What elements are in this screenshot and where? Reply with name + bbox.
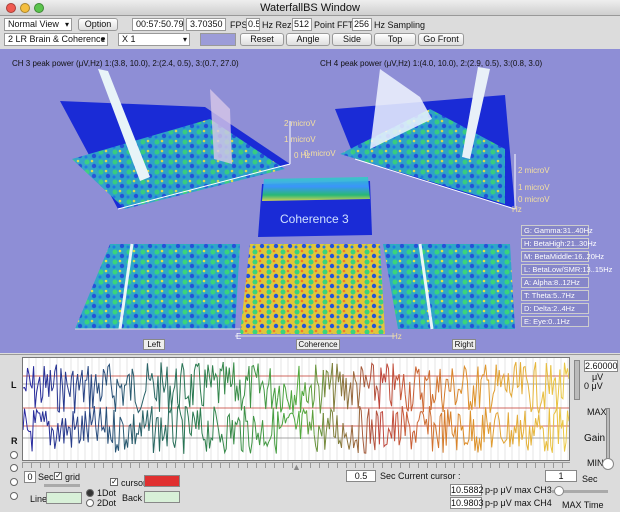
hz-rez-label: Hz Rez [262,20,292,30]
max-time-knob[interactable] [554,486,564,496]
side-button[interactable]: Side [332,33,372,46]
bottom-axis-hz: Hz [392,332,402,341]
time-field[interactable]: 00:57:50.796 [132,18,184,31]
max-ch4-field: 10.9803 [450,497,484,509]
grid-checkbox[interactable]: ✓ [54,471,62,482]
toolbar-row-1: Normal View Option 00:57:50.796 3.70350 … [0,18,620,32]
band-delta: D: Delta:2..4Hz [521,303,589,314]
waterfall-3d-view[interactable]: CH 3 peak power (μV,Hz) 1:(3.8, 10.0), 2… [0,49,620,353]
hz-sampling-field[interactable]: 256 [352,18,372,31]
back-color-swatch[interactable] [144,491,180,503]
title-bar: WaterfallBS Window [0,0,620,16]
zoom-select[interactable]: X 1 [118,33,190,46]
reset-button[interactable]: Reset [240,33,284,46]
hz-sampling-label: Hz Sampling [374,20,426,30]
grid-slider[interactable] [44,484,80,487]
left-axis-2: 2 microV [284,119,316,128]
band-betahigh: H: BetaHigh:21..30Hz [521,238,597,249]
sec-field[interactable]: 0 [24,471,36,483]
left-axis-0: 0 microV [304,149,336,158]
dot1-label: 1Dot [97,488,117,498]
go-front-button[interactable]: Go Front [418,33,464,46]
zoom-icon[interactable] [34,3,44,13]
left-radio-1[interactable] [10,451,18,459]
back-label: Back [122,493,143,503]
dot2-radio[interactable] [86,498,94,509]
hz-rez-field[interactable]: 0.5 [246,18,260,31]
close-icon[interactable] [6,3,16,13]
band-alpha: A: Alpha:8..12Hz [521,277,589,288]
band-eye: E: Eye:0..1Hz [521,316,589,327]
color-swatch[interactable] [200,33,236,46]
right-channel-letter: R [11,436,18,446]
mode-select[interactable]: 2 LR Brain & Coherence [4,33,108,46]
minimize-icon[interactable] [20,3,30,13]
right-axis-1: 1 microV [518,183,550,192]
bottom-axis-e: E [236,332,242,341]
right-axis-hz: Hz [512,205,522,214]
fps-label: FPS [230,20,248,30]
panel-left-label: Left [143,339,165,350]
view-select[interactable]: Normal View [4,18,72,31]
eeg-signal-plot[interactable] [22,357,570,461]
ch3-peak-label: CH 3 peak power (μV,Hz) 1:(3.8, 10.0), 2… [12,59,239,68]
panel-right-label: Right [452,339,476,350]
scale-top-field[interactable]: 2.60000 [584,360,618,372]
dot2-label: 2Dot [97,498,117,508]
option-button[interactable]: Option [78,18,118,31]
left-axis-1: 1 microV [284,135,316,144]
right-axis-2: 2 microV [518,166,550,175]
point-fft-field[interactable]: 512 [292,18,312,31]
right-sec-field[interactable]: 1 [545,470,577,482]
angle-button[interactable]: Angle [286,33,330,46]
scale-slider[interactable] [574,360,580,400]
cursor-checkbox[interactable]: ✓ [110,477,118,488]
cursor-sec-field[interactable]: 0.5 [346,470,376,482]
waterfall-window: WaterfallBS Window Normal View Option 00… [0,0,620,512]
window-title: WaterfallBS Window [260,2,360,14]
grid-label: grid [65,472,81,482]
gain-slider-knob[interactable] [602,458,614,470]
band-gamma: G: Gamma:31..40Hz [521,225,593,236]
top-button[interactable]: Top [374,33,416,46]
ruler-thumb-icon[interactable]: ▲ [292,462,301,472]
band-betalow: L: BetaLow/SMR:13..15Hz [521,264,612,275]
cursor-sec-label: Sec Current cursor : [380,471,461,481]
left-radio-3[interactable] [10,478,18,486]
point-fft-label: Point FFT [314,20,354,30]
right-axis-0: 0 microV [518,195,550,204]
ch4-peak-label: CH 4 peak power (μV,Hz) 1:(4.0, 10.0), 2… [320,59,543,68]
panel-coherence-label: Coherence [296,339,340,350]
left-radio-4[interactable] [10,492,18,500]
toolbar-row-2: 2 LR Brain & Coherence X 1 Reset Angle S… [0,33,620,47]
left-radio-2[interactable] [10,464,18,472]
max-ch4-label: p-p μV max CH4 [485,498,552,508]
max-time-label: MAX Time [562,500,604,510]
cursor-label: cursor [121,478,147,488]
max-ch3-label: p-p μV max CH3 [485,485,552,495]
left-channel-letter: L [11,380,17,390]
right-sec-label: Sec [582,474,598,484]
band-theta: T: Theta:5..7Hz [521,290,589,301]
sec-label: Sec [38,472,54,482]
line-color-swatch[interactable] [46,492,82,504]
max-ch3-field: 10.5882 [450,484,484,496]
band-betamiddle: M: BetaMiddle:16..20Hz [521,251,604,262]
fps-field[interactable]: 3.70350 [186,18,226,31]
gain-label: Gain [584,433,606,444]
eeg-traces [22,358,570,460]
coherence-title: Coherence 3 [280,212,349,226]
cursor-color-swatch[interactable] [144,475,180,487]
gain-max-label: MAX [587,407,607,417]
line-label: Line [30,494,48,504]
